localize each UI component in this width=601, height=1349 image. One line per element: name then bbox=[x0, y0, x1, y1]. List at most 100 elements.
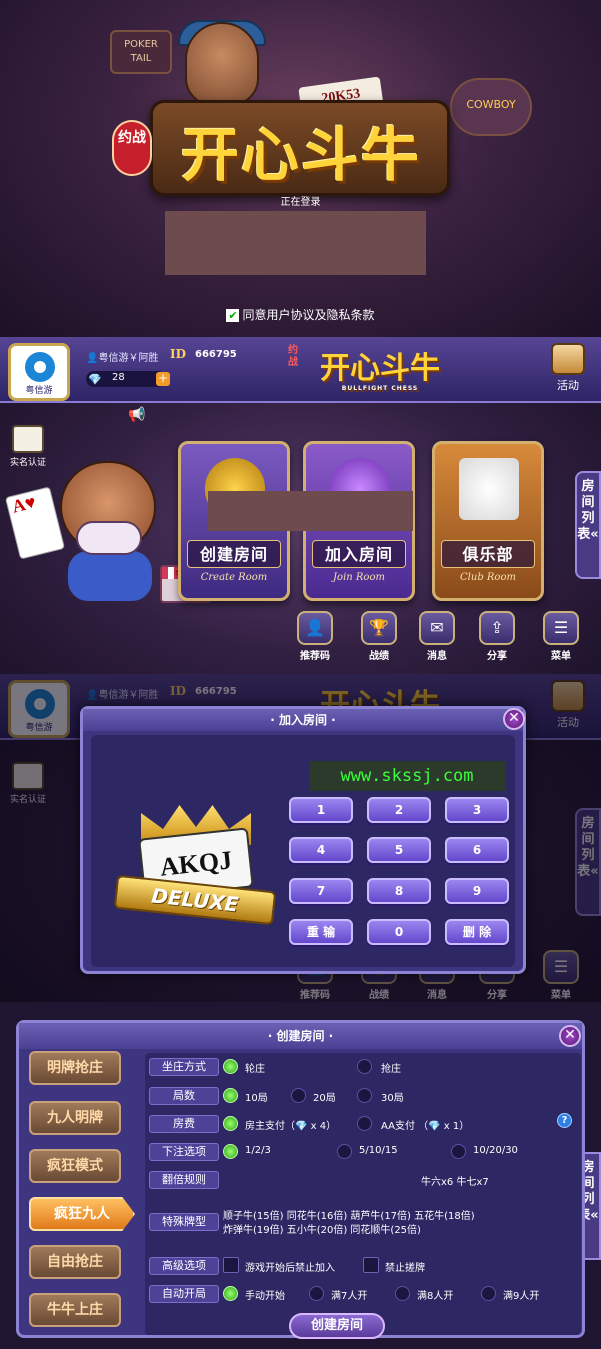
key-5[interactable]: 5 bbox=[367, 837, 431, 863]
reenter-button[interactable]: 重 输 bbox=[289, 919, 353, 945]
share-button[interactable]: ⇪ 分享 bbox=[476, 611, 518, 662]
mode-tab[interactable]: 疯狂模式 bbox=[29, 1149, 121, 1183]
mode-tab-active[interactable]: 疯狂九人 bbox=[29, 1197, 135, 1231]
share-icon: ⇪ bbox=[479, 611, 515, 645]
username: 👤粤信游￥阿胜 bbox=[86, 353, 159, 364]
room-list-tab[interactable]: 房间列表« bbox=[575, 471, 601, 579]
close-icon[interactable]: ✕ bbox=[559, 1025, 581, 1047]
special-hand-line2: 炸弹牛(19倍) 五小牛(20倍) 同花顺牛(25倍) bbox=[223, 1225, 421, 1236]
option-text: 手动开始 bbox=[245, 1291, 285, 1302]
game-logo: 开心斗牛 bbox=[180, 121, 421, 189]
key-8[interactable]: 8 bbox=[367, 878, 431, 904]
join-room-sub: Join Room bbox=[333, 572, 385, 583]
redacted-area bbox=[208, 491, 413, 531]
radio-bet-2[interactable] bbox=[337, 1144, 352, 1159]
logo-badge: 约战 bbox=[288, 345, 298, 368]
activity-button[interactable]: 活动 bbox=[547, 343, 589, 399]
join-room-screen: 粤信游 👤粤信游￥阿胜 ID 666795 开心斗牛 活动 实名认证 房间列表«… bbox=[0, 674, 601, 1002]
option-text: 20局 bbox=[313, 1093, 336, 1104]
diamond-icon: 💎 bbox=[88, 373, 102, 386]
record-button[interactable]: 🏆 战绩 bbox=[358, 611, 400, 662]
mode-tab[interactable]: 牛牛上庄 bbox=[29, 1293, 121, 1327]
agreement-row[interactable]: ✔ 同意用户协议及隐私条款 bbox=[0, 306, 601, 323]
create-room-dialog: · 创建房间 · ✕ 明牌抢庄 九人明牌 疯狂模式 疯狂九人 自由抢庄 牛牛上庄… bbox=[16, 1020, 585, 1339]
club-card[interactable]: 俱乐部 Club Room bbox=[432, 441, 544, 601]
option-text: 游戏开始后禁止加入 bbox=[245, 1263, 335, 1274]
mode-tab[interactable]: 明牌抢庄 bbox=[29, 1051, 121, 1085]
redacted-area bbox=[165, 211, 426, 275]
double-rule-label: 翻倍规则 bbox=[149, 1171, 219, 1189]
mode-tab[interactable]: 九人明牌 bbox=[29, 1101, 121, 1135]
checkbox-no-join[interactable] bbox=[223, 1257, 239, 1273]
delete-button[interactable]: 删 除 bbox=[445, 919, 509, 945]
watermark-url: www.skssj.com bbox=[309, 761, 505, 791]
option-text: 满8人开 bbox=[417, 1291, 454, 1302]
radio-aa-pay[interactable] bbox=[357, 1116, 372, 1131]
rounds-label: 局数 bbox=[149, 1087, 219, 1105]
radio-grab-banker[interactable] bbox=[357, 1059, 372, 1074]
special-hand-line1: 顺子牛(15倍) 同花牛(16倍) 葫芦牛(17倍) 五花牛(18倍) bbox=[223, 1211, 475, 1222]
key-0[interactable]: 0 bbox=[367, 919, 431, 945]
radio-8-start[interactable] bbox=[395, 1286, 410, 1301]
trophy-icon: 🏆 bbox=[361, 611, 397, 645]
radio-9-start[interactable] bbox=[481, 1286, 496, 1301]
radio-owner-pay[interactable] bbox=[223, 1116, 238, 1131]
id-card-icon bbox=[12, 425, 44, 453]
radio-rotate-banker[interactable] bbox=[223, 1059, 238, 1074]
check-icon[interactable]: ✔ bbox=[226, 309, 240, 322]
radio-bet-1[interactable] bbox=[223, 1144, 238, 1159]
radio-manual-start[interactable] bbox=[223, 1286, 238, 1301]
option-text: 满9人开 bbox=[503, 1291, 540, 1302]
mode-tab[interactable]: 自由抢庄 bbox=[29, 1245, 121, 1279]
double-rule-value[interactable]: 牛六x6 牛七x7 bbox=[421, 1173, 489, 1188]
fee-label: 房费 bbox=[149, 1115, 219, 1133]
key-9[interactable]: 9 bbox=[445, 878, 509, 904]
gift-icon bbox=[551, 343, 585, 375]
radio-bet-3[interactable] bbox=[451, 1144, 466, 1159]
key-7[interactable]: 7 bbox=[289, 878, 353, 904]
referral-button[interactable]: 👤 推荐码 bbox=[294, 611, 336, 662]
radio-20-rounds[interactable] bbox=[291, 1088, 306, 1103]
user-icon: 👤 bbox=[297, 611, 333, 645]
radio-10-rounds[interactable] bbox=[223, 1088, 238, 1103]
key-4[interactable]: 4 bbox=[289, 837, 353, 863]
key-3[interactable]: 3 bbox=[445, 797, 509, 823]
game-logo: 开心斗牛 BULLFIGHT CHESS bbox=[320, 351, 440, 392]
nav-label: 分享 bbox=[487, 651, 507, 662]
club-sub: Club Room bbox=[460, 572, 516, 583]
cards-coins-icon bbox=[459, 458, 519, 520]
checkbox-no-rub[interactable] bbox=[363, 1257, 379, 1273]
option-text: 10/20/30 bbox=[473, 1145, 518, 1156]
close-icon[interactable]: ✕ bbox=[503, 708, 525, 730]
option-text: 禁止搓牌 bbox=[385, 1263, 425, 1274]
avatar-label: 粤信游 bbox=[25, 386, 53, 396]
diamond-balance: 💎 28 + bbox=[86, 371, 170, 387]
add-diamond-button[interactable]: + bbox=[156, 372, 170, 386]
join-room-dialog: · 加入房间 · ✕ www.skssj.com AKQJ DELUXE 1 2… bbox=[80, 706, 526, 974]
diamond-count: 28 bbox=[112, 372, 125, 383]
menu-icon: ☰ bbox=[543, 611, 579, 645]
dialog-title: · 创建房间 · bbox=[19, 1023, 582, 1049]
create-room-button[interactable]: 创建房间 bbox=[289, 1313, 385, 1339]
banker-label: 坐庄方式 bbox=[149, 1058, 219, 1076]
nav-label: 推荐码 bbox=[300, 651, 330, 662]
key-2[interactable]: 2 bbox=[367, 797, 431, 823]
avatar[interactable]: 粤信游 bbox=[8, 343, 70, 401]
special-hand-label: 特殊牌型 bbox=[149, 1213, 219, 1231]
bull-mascot bbox=[185, 22, 259, 106]
cowboy-pub-sign: COWBOY bbox=[450, 78, 532, 136]
message-button[interactable]: ✉ 消息 bbox=[416, 611, 458, 662]
create-room-sub: Create Room bbox=[200, 572, 268, 583]
key-6[interactable]: 6 bbox=[445, 837, 509, 863]
menu-button[interactable]: ☰ 菜单 bbox=[540, 611, 582, 662]
bet-label: 下注选项 bbox=[149, 1143, 219, 1161]
radio-7-start[interactable] bbox=[309, 1286, 324, 1301]
help-icon[interactable]: ? bbox=[557, 1113, 572, 1128]
create-room-screen: 房间列表« · 创建房间 · ✕ 明牌抢庄 九人明牌 疯狂模式 疯狂九人 自由抢… bbox=[0, 1002, 601, 1349]
nav-label: 菜单 bbox=[551, 651, 571, 662]
nav-label: 消息 bbox=[427, 651, 447, 662]
radio-30-rounds[interactable] bbox=[357, 1088, 372, 1103]
keypad-area: www.skssj.com AKQJ DELUXE 1 2 3 4 5 6 7 … bbox=[91, 735, 515, 967]
option-text: 30局 bbox=[381, 1093, 404, 1104]
key-1[interactable]: 1 bbox=[289, 797, 353, 823]
